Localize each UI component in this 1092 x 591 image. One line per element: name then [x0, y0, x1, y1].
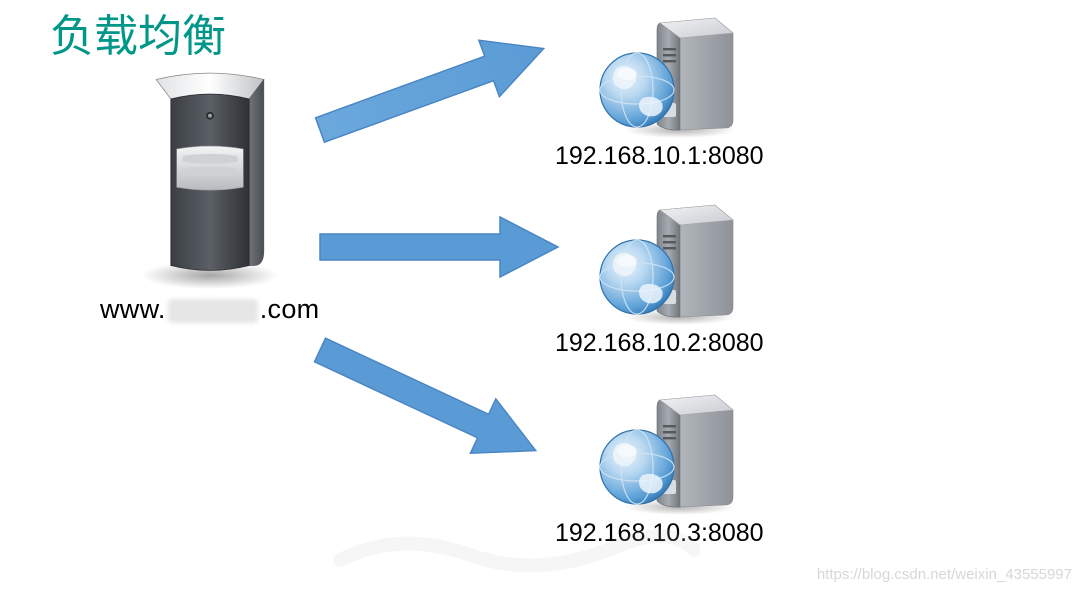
arrow-to-server-3 [310, 325, 580, 475]
server-node-2: 192.168.10.2:8080 [555, 195, 835, 358]
domain-suffix: .com [260, 294, 320, 324]
client-domain-label: www. .com [100, 294, 319, 325]
arrow-to-server-2 [310, 212, 580, 282]
server-node-1: 192.168.10.1:8080 [555, 8, 835, 171]
server-1-address: 192.168.10.1:8080 [555, 142, 835, 171]
watermark-text: https://blog.csdn.net/weixin_43555997 [817, 566, 1072, 583]
arrow-to-server-1 [310, 30, 580, 160]
decorative-smudge [320, 520, 700, 580]
web-server-icon [585, 8, 745, 138]
server-2-address: 192.168.10.2:8080 [555, 329, 835, 358]
client-server-icon [130, 55, 290, 290]
domain-redacted [168, 299, 258, 323]
web-server-icon [585, 385, 745, 515]
domain-prefix: www. [100, 294, 166, 324]
web-server-icon [585, 195, 745, 325]
